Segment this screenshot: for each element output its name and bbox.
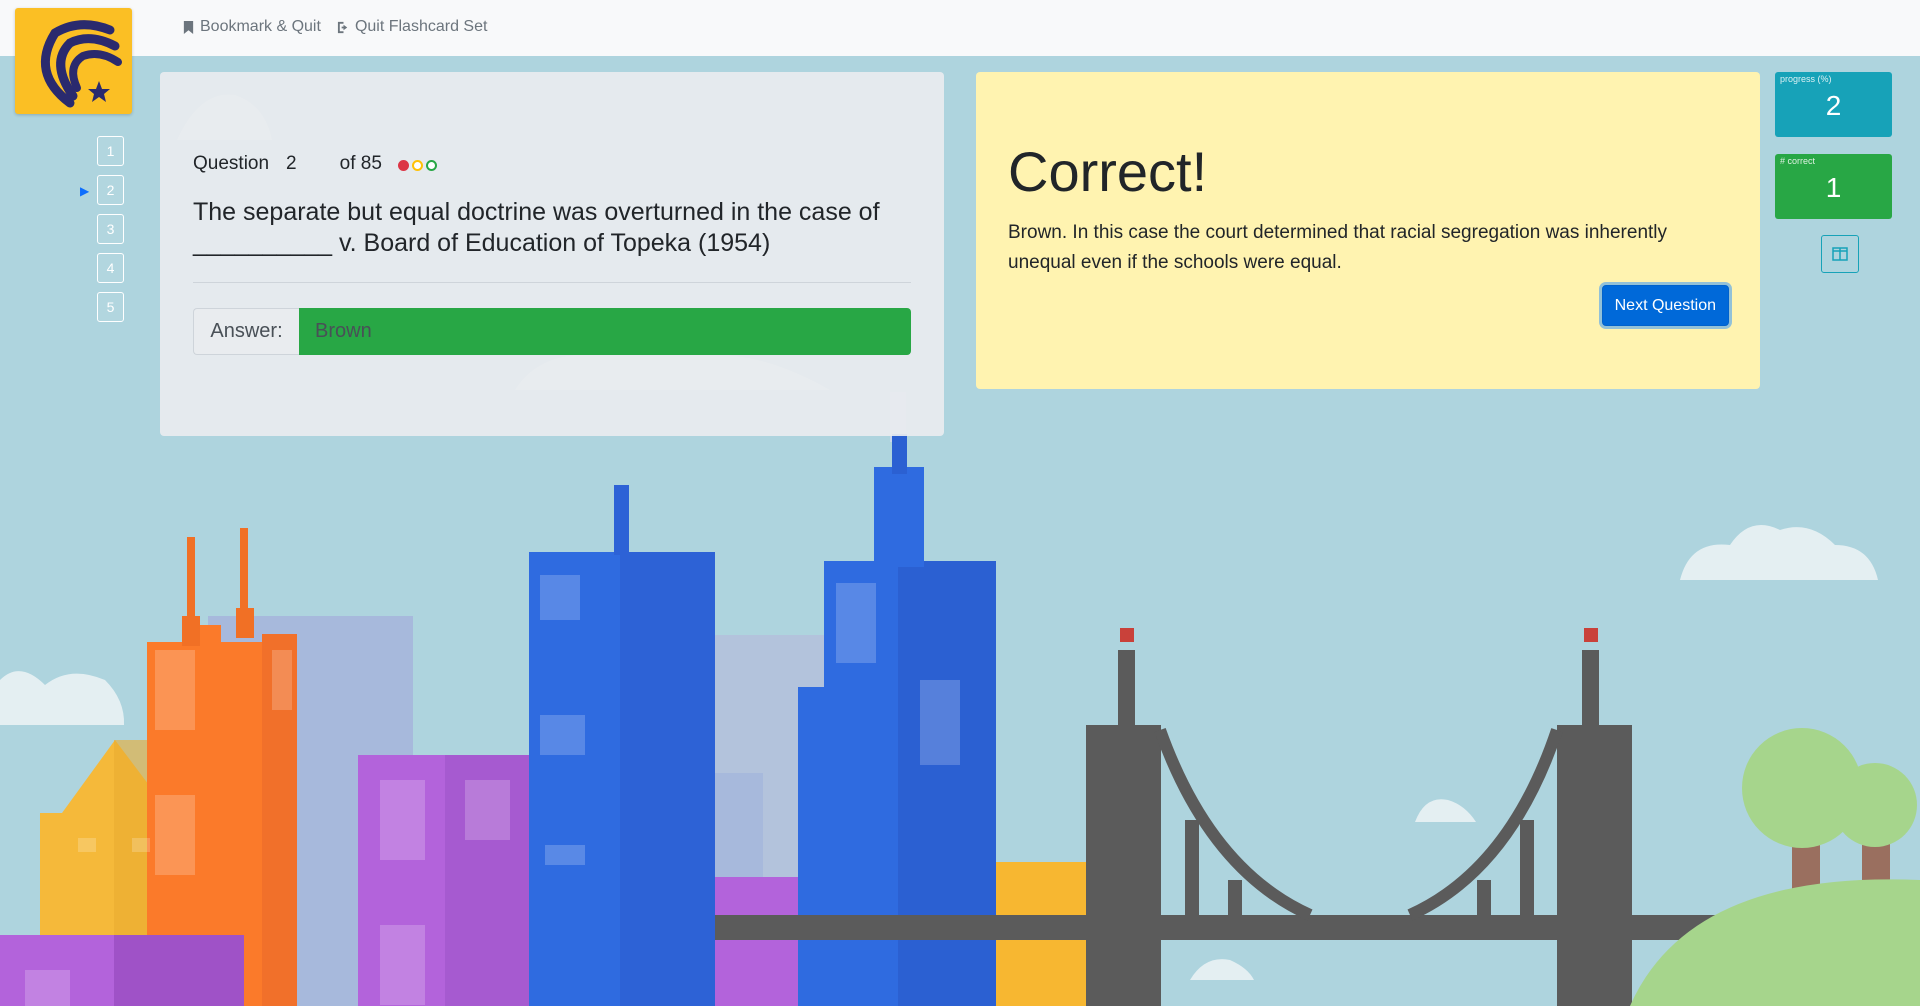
logo-mark-icon: [40, 20, 122, 108]
quit-flashcard-set-link[interactable]: Quit Flashcard Set: [337, 18, 488, 36]
bookmark-icon: [183, 20, 194, 34]
progress-stat: progress (%) 2: [1775, 72, 1892, 137]
correct-caption: # correct: [1780, 156, 1816, 166]
next-question-button[interactable]: Next Question: [1601, 285, 1729, 326]
result-explanation: Brown. In this case the court determined…: [1008, 222, 1668, 273]
question-label: Question: [193, 153, 270, 174]
question-card: Question 2 of 85 The separate but equal …: [160, 72, 944, 436]
bookmark-quit-label: Bookmark & Quit: [200, 18, 321, 35]
top-navbar: Bookmark & Quit Quit Flashcard Set: [0, 0, 1920, 56]
divider: [193, 282, 911, 283]
circle-icon: [411, 159, 423, 171]
question-total: of 85: [339, 153, 382, 174]
app-logo[interactable]: [15, 8, 132, 114]
question-number-button[interactable]: 5: [97, 292, 124, 322]
current-question-marker-icon: ▶: [80, 184, 90, 198]
answer-group: Answer: Brown: [193, 308, 911, 355]
question-number: 2: [286, 153, 297, 174]
correct-value: 1: [1825, 172, 1842, 203]
progress-caption: progress (%): [1780, 74, 1832, 84]
confidence-dots: [397, 159, 437, 171]
result-title: Correct!: [1008, 140, 1208, 203]
circle-icon: [425, 159, 437, 171]
question-number-list: ▶ 1 2 3 4 5: [80, 136, 124, 331]
nav-links: Bookmark & Quit Quit Flashcard Set: [182, 18, 487, 36]
check-circle-icon: [397, 159, 409, 171]
sign-out-icon: [337, 21, 348, 33]
correct-stat: # correct 1: [1775, 154, 1892, 219]
question-text: The separate but equal doctrine was over…: [193, 198, 880, 257]
result-card: Correct! Brown. In this case the court d…: [976, 72, 1760, 389]
answer-input[interactable]: Brown: [299, 308, 911, 355]
question-number-button[interactable]: 3: [97, 214, 124, 244]
question-number-button[interactable]: 4: [97, 253, 124, 283]
question-number-button[interactable]: 2: [97, 175, 124, 205]
toggle-layout-button[interactable]: [1821, 235, 1859, 273]
question-header: Question 2 of 85: [193, 153, 911, 175]
bookmark-quit-link[interactable]: Bookmark & Quit: [182, 18, 321, 36]
progress-value: 2: [1825, 90, 1842, 121]
quit-flashcard-set-label: Quit Flashcard Set: [354, 18, 488, 35]
question-number-button[interactable]: 1: [97, 136, 124, 166]
answer-label: Answer:: [193, 308, 299, 355]
columns-icon: [1832, 247, 1848, 261]
